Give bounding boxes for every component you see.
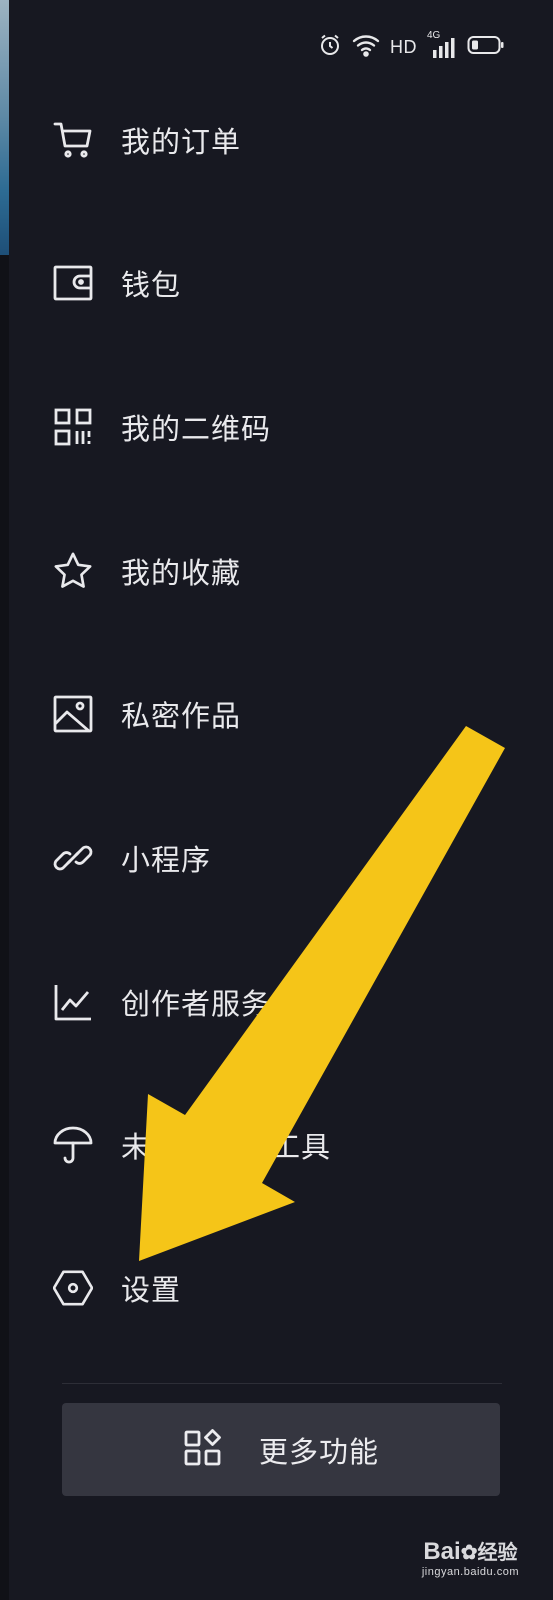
watermark-url: jingyan.baidu.com — [421, 1566, 519, 1578]
menu-item-wallet[interactable]: 钱包 — [53, 253, 513, 313]
menu-item-creator-center[interactable]: 创作者服务中心 — [53, 972, 513, 1032]
watermark-logo-text-2: 经验 — [477, 1542, 518, 1564]
wifi-icon — [352, 33, 380, 61]
watermark: Bai✿经验 jingyan.baidu.com — [422, 1536, 519, 1578]
menu-divider — [62, 1383, 502, 1384]
menu-item-label: 小程序 — [121, 843, 212, 877]
status-bar: HD 4G — [318, 30, 505, 62]
menu-item-label: 我的二维码 — [121, 412, 272, 446]
alarm-icon — [318, 33, 342, 61]
menu-item-label: 钱包 — [121, 268, 182, 302]
more-features-label: 更多功能 — [258, 1434, 379, 1469]
menu-item-settings[interactable]: 设置 — [53, 1258, 513, 1318]
menu-item-minor-protection[interactable]: 未成年保护工具 — [53, 1115, 513, 1175]
star-icon — [53, 551, 93, 591]
image-icon — [53, 694, 93, 734]
apps-icon — [183, 1428, 223, 1472]
side-drawer-panel: HD 4G 我的订单 钱包 我的二维码 我的收藏 私密作品 小程序 创作者服务中… — [9, 0, 553, 1600]
menu-item-label: 我的收藏 — [121, 556, 242, 590]
menu-item-mini-programs[interactable]: 小程序 — [53, 828, 513, 888]
menu-item-private-works[interactable]: 私密作品 — [53, 684, 513, 744]
menu-item-favorites[interactable]: 我的收藏 — [53, 541, 513, 601]
link-icon — [53, 838, 93, 878]
signal-type-label: 4G — [427, 30, 441, 41]
menu-item-label: 我的订单 — [121, 125, 242, 159]
menu-item-label: 私密作品 — [121, 699, 242, 733]
watermark-logo-text: Bai — [423, 1538, 461, 1565]
qrcode-icon — [53, 407, 93, 447]
network-type-label: HD — [390, 36, 417, 57]
wallet-icon — [53, 263, 93, 303]
battery-icon — [467, 34, 505, 60]
menu-item-label: 创作者服务中心 — [121, 987, 332, 1021]
menu-item-orders[interactable]: 我的订单 — [53, 110, 513, 170]
more-features-button[interactable]: 更多功能 — [62, 1403, 500, 1496]
paw-icon: ✿ — [460, 1542, 478, 1564]
menu-item-label: 设置 — [121, 1273, 182, 1307]
chart-icon — [53, 982, 93, 1022]
background-photo-strip-top — [0, 0, 9, 255]
menu-item-qrcode[interactable]: 我的二维码 — [53, 397, 513, 457]
menu-item-label: 未成年保护工具 — [121, 1130, 332, 1164]
signal-icon: 4G — [427, 30, 457, 60]
cart-icon — [53, 120, 93, 160]
watermark-logo: Bai✿经验 — [422, 1536, 519, 1566]
umbrella-icon — [53, 1125, 93, 1165]
background-photo-strip-bottom — [0, 255, 9, 1600]
hexagon-settings-icon — [53, 1268, 93, 1308]
